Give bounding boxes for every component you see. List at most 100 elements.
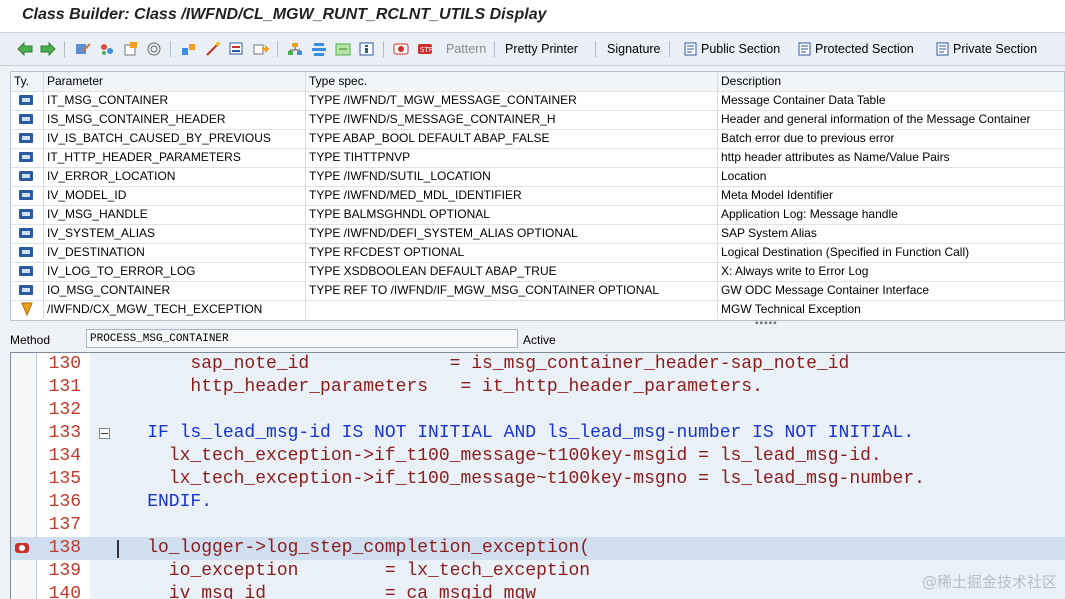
parameter-cell[interactable]: IT_HTTP_HEADER_PARAMETERS [44, 148, 306, 167]
breakpoint-icon[interactable] [393, 40, 410, 58]
breakpoint-icon[interactable] [14, 541, 30, 555]
pretty-printer-button[interactable]: Pretty Printer [505, 42, 578, 56]
typespec-cell[interactable]: TYPE RFCDEST OPTIONAL [306, 243, 718, 262]
code-line[interactable]: 134 lx_tech_exception->if_t100_message~t… [11, 445, 1065, 468]
code-line[interactable]: 139 io_exception = lx_tech_exception [11, 560, 1065, 583]
table-row[interactable]: IT_MSG_CONTAINER TYPE /IWFND/T_MGW_MESSA… [11, 91, 1064, 111]
table-row[interactable]: IV_ERROR_LOCATION TYPE /IWFND/SUTIL_LOCA… [11, 167, 1064, 187]
column-header-parameter[interactable]: Parameter [44, 72, 306, 91]
description-cell[interactable]: Meta Model Identifier [718, 186, 1064, 205]
parameter-cell[interactable]: /IWFND/CX_MGW_TECH_EXCEPTION [44, 300, 306, 319]
private-section-button[interactable]: Private Section [953, 42, 1037, 56]
description-cell[interactable]: Location [718, 167, 1064, 186]
code-line[interactable]: 140 iv_msg_id = ca_msgid_mgw [11, 583, 1065, 599]
parameter-cell[interactable]: IV_LOG_TO_ERROR_LOG [44, 262, 306, 281]
column-header-typespec[interactable]: Type spec. [306, 72, 718, 91]
typespec-cell[interactable]: TYPE REF TO /IWFND/IF_MGW_MSG_CONTAINER … [306, 281, 718, 300]
code-text[interactable]: http_header_parameters = it_http_header_… [104, 376, 763, 399]
display-change-icon[interactable] [99, 40, 115, 58]
code-line[interactable]: 136 ENDIF. [11, 491, 1065, 514]
parameter-cell[interactable]: IV_MODEL_ID [44, 186, 306, 205]
pattern-button[interactable]: Pattern [446, 42, 486, 56]
table-row[interactable]: IV_MODEL_ID TYPE /IWFND/MED_MDL_IDENTIFI… [11, 186, 1064, 206]
other-object-icon[interactable] [75, 40, 91, 58]
typespec-cell[interactable]: TYPE /IWFND/T_MGW_MESSAGE_CONTAINER [306, 91, 718, 110]
signature-button[interactable]: Signature [607, 42, 661, 56]
session-breakpoint-icon[interactable]: STP [417, 40, 434, 58]
importing-param-icon [11, 281, 44, 300]
code-text[interactable]: iv_msg_id = ca_msgid_mgw [104, 583, 536, 599]
method-name-field[interactable]: PROCESS_MSG_CONTAINER [86, 329, 518, 348]
line-number: 138 [48, 538, 81, 558]
parameter-cell[interactable]: IV_DESTINATION [44, 243, 306, 262]
mark-icon[interactable] [335, 40, 351, 58]
description-cell[interactable]: Logical Destination (Specified in Functi… [718, 243, 1064, 262]
table-row[interactable]: IV_LOG_TO_ERROR_LOG TYPE XSDBOOLEAN DEFA… [11, 262, 1064, 282]
code-text[interactable]: io_exception = lx_tech_exception [104, 560, 590, 583]
description-cell[interactable]: MGW Technical Exception [718, 300, 1064, 319]
code-line[interactable]: 133 IF ls_lead_msg-id IS NOT INITIAL AND… [11, 422, 1065, 445]
table-row[interactable]: IS_MSG_CONTAINER_HEADER TYPE /IWFND/S_ME… [11, 110, 1064, 130]
code-text[interactable]: IF ls_lead_msg-id IS NOT INITIAL AND ls_… [104, 422, 914, 445]
table-row[interactable]: IV_IS_BATCH_CAUSED_BY_PREVIOUS TYPE ABAP… [11, 129, 1064, 149]
typespec-cell[interactable]: TYPE /IWFND/S_MESSAGE_CONTAINER_H [306, 110, 718, 129]
code-line-current[interactable]: 138 lo_logger->log_step_completion_excep… [11, 537, 1065, 560]
description-cell[interactable]: http header attributes as Name/Value Pai… [718, 148, 1064, 167]
table-row[interactable]: IO_MSG_CONTAINER TYPE REF TO /IWFND/IF_M… [11, 281, 1064, 301]
typespec-cell[interactable] [306, 300, 718, 319]
typespec-cell[interactable]: TYPE TIHTTPNVP [306, 148, 718, 167]
public-section-icon [684, 40, 699, 58]
parameter-cell[interactable]: IV_IS_BATCH_CAUSED_BY_PREVIOUS [44, 129, 306, 148]
check-icon[interactable] [181, 40, 197, 58]
back-icon[interactable] [17, 40, 33, 58]
code-text[interactable]: lx_tech_exception->if_t100_message~t100k… [104, 445, 882, 468]
hierarchy-icon[interactable] [311, 40, 327, 58]
where-used-icon[interactable] [147, 40, 163, 58]
forward-icon[interactable] [40, 40, 56, 58]
code-text[interactable]: lo_logger->log_step_completion_exception… [104, 537, 590, 560]
typespec-cell[interactable]: TYPE BALMSGHNDL OPTIONAL [306, 205, 718, 224]
description-cell[interactable]: X: Always write to Error Log [718, 262, 1064, 281]
typespec-cell[interactable]: TYPE /IWFND/SUTIL_LOCATION [306, 167, 718, 186]
code-text[interactable]: ENDIF. [104, 491, 212, 514]
table-row[interactable]: IT_HTTP_HEADER_PARAMETERS TYPE TIHTTPNVP… [11, 148, 1064, 168]
parameter-cell[interactable]: IV_ERROR_LOCATION [44, 167, 306, 186]
typespec-cell[interactable]: TYPE ABAP_BOOL DEFAULT ABAP_FALSE [306, 129, 718, 148]
table-row[interactable]: IV_DESTINATION TYPE RFCDEST OPTIONAL Log… [11, 243, 1064, 263]
parameter-cell[interactable]: IV_MSG_HANDLE [44, 205, 306, 224]
description-cell[interactable]: Header and general information of the Me… [718, 110, 1064, 129]
typespec-cell[interactable]: TYPE XSDBOOLEAN DEFAULT ABAP_TRUE [306, 262, 718, 281]
code-line[interactable]: 130 sap_note_id = is_msg_container_heade… [11, 353, 1065, 376]
typespec-cell[interactable]: TYPE /IWFND/DEFI_SYSTEM_ALIAS OPTIONAL [306, 224, 718, 243]
description-cell[interactable]: Batch error due to previous error [718, 129, 1064, 148]
typespec-cell[interactable]: TYPE /IWFND/MED_MDL_IDENTIFIER [306, 186, 718, 205]
parameter-cell[interactable]: IT_MSG_CONTAINER [44, 91, 306, 110]
code-text[interactable]: lx_tech_exception->if_t100_message~t100k… [104, 468, 925, 491]
code-line[interactable]: 132 [11, 399, 1065, 422]
description-cell[interactable]: Application Log: Message handle [718, 205, 1064, 224]
table-row[interactable]: IV_MSG_HANDLE TYPE BALMSGHNDL OPTIONAL A… [11, 205, 1064, 225]
description-cell[interactable]: Message Container Data Table [718, 91, 1064, 110]
public-section-button[interactable]: Public Section [701, 42, 780, 56]
column-header-description[interactable]: Description [718, 72, 1064, 91]
activate-icon[interactable] [205, 40, 221, 58]
code-editor[interactable]: 130 sap_note_id = is_msg_container_heade… [10, 352, 1065, 599]
description-cell[interactable]: SAP System Alias [718, 224, 1064, 243]
code-line[interactable]: 131 http_header_parameters = it_http_hea… [11, 376, 1065, 399]
navigation-window-icon[interactable] [287, 40, 303, 58]
protected-section-button[interactable]: Protected Section [815, 42, 914, 56]
parameter-cell[interactable]: IV_SYSTEM_ALIAS [44, 224, 306, 243]
code-line[interactable]: 135 lx_tech_exception->if_t100_message~t… [11, 468, 1065, 491]
active-inactive-icon[interactable] [123, 40, 139, 58]
code-text[interactable]: sap_note_id = is_msg_container_header-sa… [104, 353, 849, 376]
table-row[interactable]: IV_SYSTEM_ALIAS TYPE /IWFND/DEFI_SYSTEM_… [11, 224, 1064, 244]
column-header-type[interactable]: Ty. [11, 72, 44, 91]
table-row[interactable]: /IWFND/CX_MGW_TECH_EXCEPTION MGW Technic… [11, 300, 1064, 319]
object-list-icon[interactable] [253, 40, 269, 58]
enhance-icon[interactable] [359, 40, 375, 58]
test-icon[interactable] [229, 40, 245, 58]
description-cell[interactable]: GW ODC Message Container Interface [718, 281, 1064, 300]
code-line[interactable]: 137 [11, 514, 1065, 537]
parameter-cell[interactable]: IO_MSG_CONTAINER [44, 281, 306, 300]
parameter-cell[interactable]: IS_MSG_CONTAINER_HEADER [44, 110, 306, 129]
